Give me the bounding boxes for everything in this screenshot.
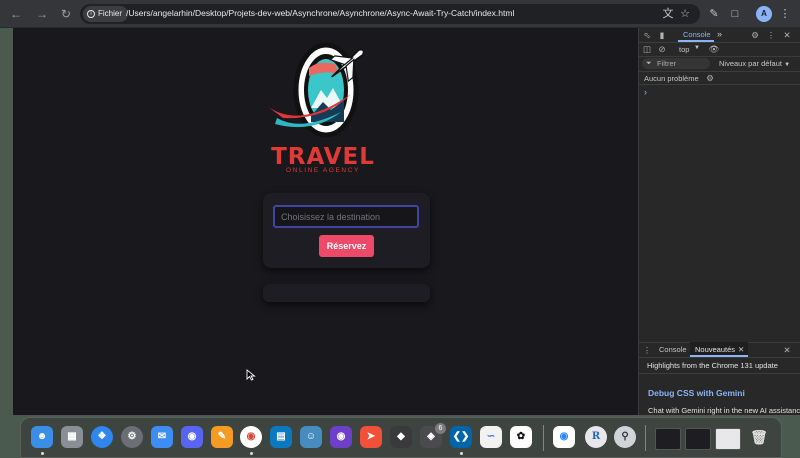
travel-logo — [267, 42, 365, 138]
destination-input[interactable] — [273, 205, 419, 228]
finder-icon[interactable]: ☻ — [31, 426, 53, 448]
log-levels-label: Niveaux par défaut — [719, 59, 782, 68]
inspect-element-icon[interactable]: ⬁ — [642, 30, 652, 40]
drawer-body: Chat with Gemini right in the new AI ass… — [648, 406, 800, 415]
devtools-close-icon[interactable]: ✕ — [782, 30, 792, 40]
console-prompt[interactable]: › — [644, 87, 647, 97]
mouse-cursor-icon — [246, 369, 256, 381]
devtools-divider — [639, 71, 800, 72]
issues-settings-icon[interactable]: ⚙ — [705, 73, 715, 83]
devtools-divider — [639, 56, 800, 57]
system-settings-icon[interactable]: ⚙ — [121, 426, 143, 448]
drawer-tab-console[interactable]: Console — [659, 345, 687, 354]
menu-dots-icon[interactable]: ⋮ — [777, 6, 793, 22]
r-icon[interactable]: R — [585, 426, 607, 448]
drawer-tab-news-label: Nouveautés — [695, 345, 736, 354]
bookmark-star-icon[interactable]: ☆ — [677, 6, 693, 22]
dock-separator — [543, 425, 544, 451]
running-indicator — [460, 452, 463, 455]
vscode-icon[interactable]: ❮❯ — [450, 426, 472, 448]
info-icon: i — [87, 10, 95, 18]
discord-icon[interactable]: ◉ — [181, 426, 203, 448]
filter-placeholder: Filtrer — [657, 59, 677, 68]
minimized-window-thumbnail[interactable] — [715, 428, 741, 450]
launchpad-icon[interactable]: ▦ — [61, 426, 83, 448]
godot-icon[interactable]: ☺ — [300, 426, 322, 448]
chevron-down-icon: ▼ — [694, 45, 700, 51]
unity-hub-badge: 6 — [435, 423, 446, 434]
trash-icon[interactable]: 🗑 — [748, 426, 770, 448]
drawer-close-icon[interactable]: ✕ — [782, 345, 792, 355]
drawer-headline[interactable]: Debug CSS with Gemini — [648, 388, 745, 398]
issues-label[interactable]: Aucun problème — [644, 74, 699, 83]
forward-icon[interactable]: → — [34, 6, 50, 22]
running-indicator — [41, 452, 44, 455]
github-desktop-icon[interactable]: ◉ — [330, 426, 352, 448]
context-selector[interactable]: top ▼ — [675, 44, 703, 55]
reload-icon[interactable]: ↻ — [58, 6, 74, 22]
minimized-window-thumbnail[interactable] — [685, 428, 711, 450]
url-text[interactable]: /Users/angelarhin/Desktop/Projets-dev-we… — [126, 8, 514, 18]
logo-subtitle: ONLINE AGENCY — [286, 167, 360, 174]
site-chip-label: Fichier — [98, 9, 123, 18]
chatgpt-icon[interactable]: ✿ — [510, 426, 532, 448]
filter-icon: ⏷ — [646, 60, 652, 67]
log-levels-dropdown[interactable]: Niveaux par défaut ▼ — [719, 59, 790, 68]
chevron-down-icon: ▼ — [784, 62, 791, 68]
drawer-divider — [639, 357, 800, 358]
more-tabs-icon[interactable]: » — [717, 29, 722, 39]
context-label: top — [679, 45, 690, 54]
device-toolbar-icon[interactable]: ▮ — [657, 30, 667, 40]
console-filter-input[interactable]: ⏷ Filtrer — [642, 58, 710, 69]
dock-separator — [645, 425, 646, 451]
pen-extension-icon[interactable]: ✎ — [706, 6, 722, 22]
devtools-settings-icon[interactable]: ⚙ — [750, 30, 760, 40]
site-info-chip[interactable]: i Fichier — [83, 6, 129, 22]
chrome-icon[interactable]: ◉ — [240, 426, 262, 448]
reserve-button[interactable]: Réservez — [319, 235, 374, 257]
unity-icon[interactable]: ◆ — [390, 426, 412, 448]
freeform-icon[interactable]: ∽ — [480, 426, 502, 448]
devtools-menu-icon[interactable]: ⋮ — [766, 30, 776, 40]
clear-console-icon[interactable]: ⊘ — [657, 44, 667, 54]
devtools-tab-console[interactable]: Console — [683, 30, 711, 39]
result-card — [263, 284, 430, 302]
back-icon[interactable]: ← — [8, 6, 24, 22]
extensions-icon[interactable]: □ — [727, 6, 743, 22]
sourcetree-icon[interactable]: ◉ — [553, 426, 575, 448]
devtools-divider — [639, 42, 800, 43]
drawer-highlights: Highlights from the Chrome 131 update — [647, 361, 778, 370]
sidebar-toggle-icon[interactable]: ◫ — [642, 44, 652, 54]
mail-icon[interactable]: ✉ — [151, 426, 173, 448]
close-tab-icon[interactable]: ✕ — [738, 345, 744, 354]
minimized-window-thumbnail[interactable] — [655, 428, 681, 450]
devtools-divider — [639, 84, 800, 85]
profile-avatar[interactable]: A — [756, 6, 772, 22]
swift-playgrounds-icon[interactable]: ➤ — [360, 426, 382, 448]
safari-icon[interactable]: ❖ — [91, 426, 113, 448]
drawer-divider — [639, 373, 800, 374]
live-expression-eye-icon[interactable]: 👁 — [708, 44, 720, 54]
quicktime-icon[interactable]: ⚲ — [614, 426, 636, 448]
pages-icon[interactable]: ✎ — [211, 426, 233, 448]
running-indicator — [250, 452, 253, 455]
drawer-menu-icon[interactable]: ⋮ — [642, 345, 652, 355]
translate-icon[interactable]: 文 — [660, 6, 676, 22]
trello-icon[interactable]: ▤ — [270, 426, 292, 448]
